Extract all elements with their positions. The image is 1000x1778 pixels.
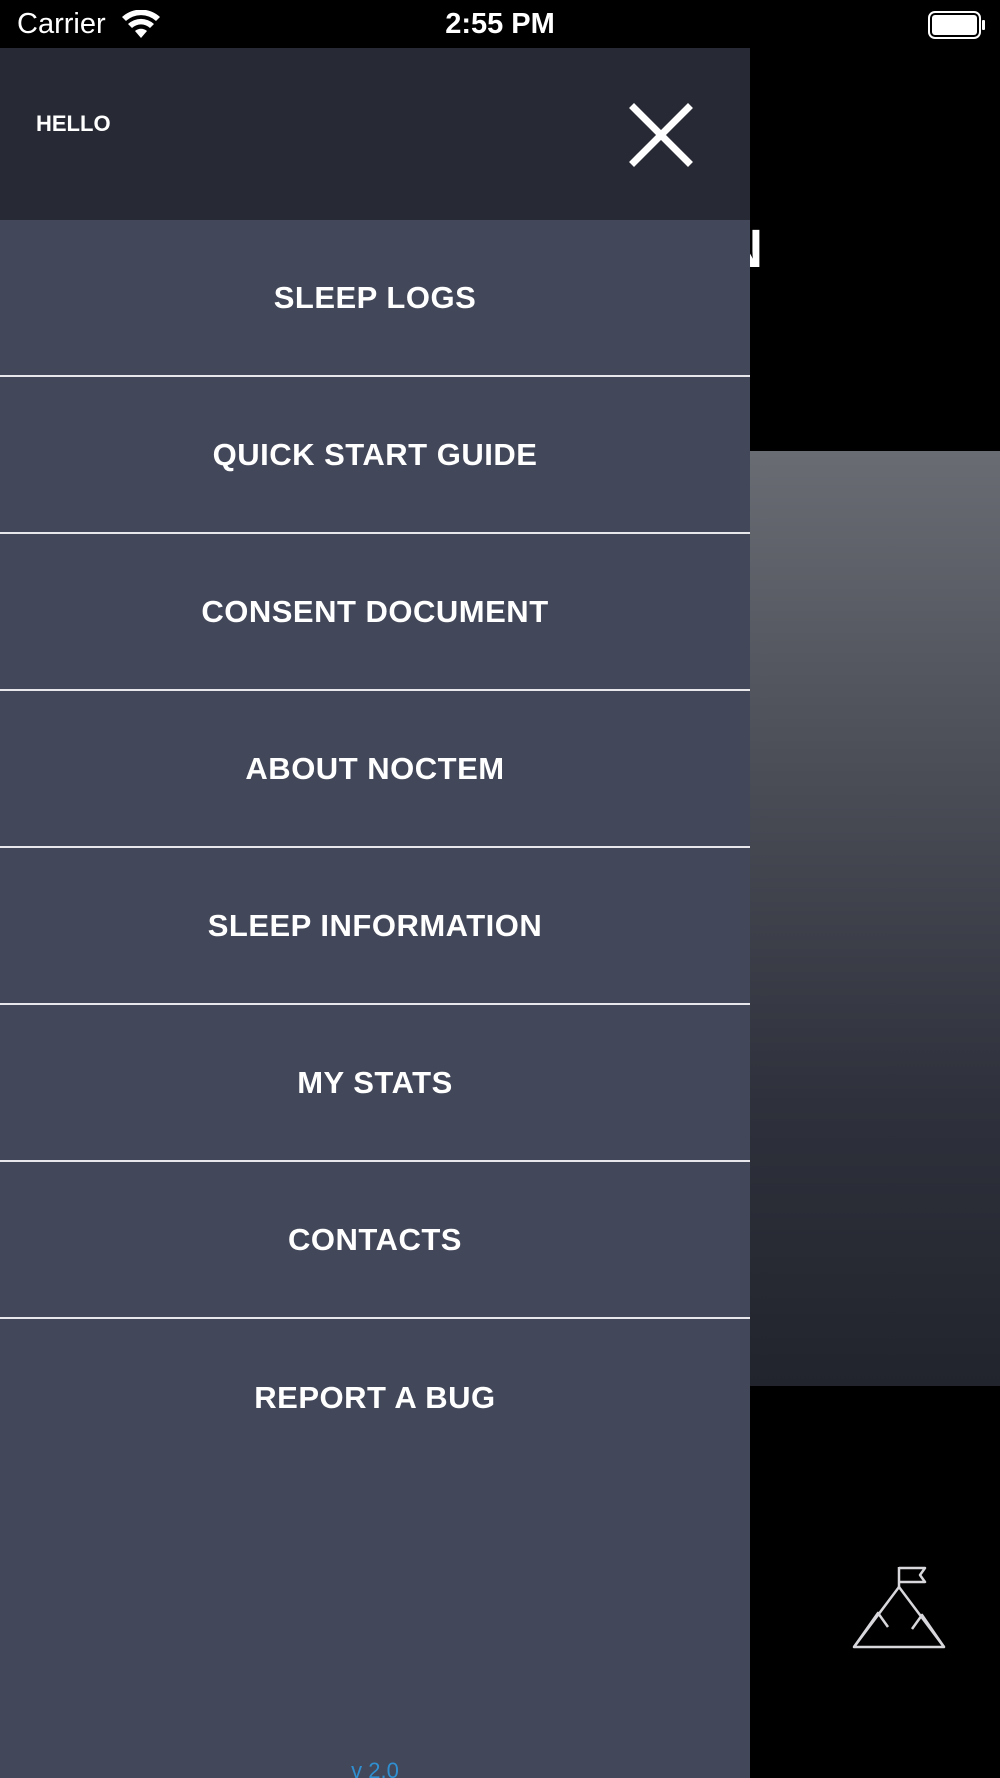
menu-item-quick-start-guide[interactable]: QUICK START GUIDE (0, 377, 750, 534)
status-time: 2:55 PM (445, 8, 555, 40)
mountain-flag-icon[interactable] (852, 1565, 946, 1649)
side-drawer: HELLO SLEEP LOGS QUICK START GUIDE CONSE… (0, 48, 750, 1778)
status-bar: Carrier 2:55 PM (0, 0, 1000, 48)
drawer-menu: SLEEP LOGS QUICK START GUIDE CONSENT DOC… (0, 220, 750, 1476)
menu-item-contacts[interactable]: CONTACTS (0, 1162, 750, 1319)
background-hero-image (750, 451, 1000, 1386)
menu-item-report-a-bug[interactable]: REPORT A BUG (0, 1319, 750, 1476)
menu-item-consent-document[interactable]: CONSENT DOCUMENT (0, 534, 750, 691)
version-label: v 2.0 (351, 1758, 399, 1778)
menu-item-sleep-information[interactable]: SLEEP INFORMATION (0, 848, 750, 1005)
close-icon[interactable] (628, 102, 694, 168)
menu-item-about-noctem[interactable]: ABOUT NOCTEM (0, 691, 750, 848)
menu-item-sleep-logs[interactable]: SLEEP LOGS (0, 220, 750, 377)
menu-item-my-stats[interactable]: MY STATS (0, 1005, 750, 1162)
drawer-header: HELLO (0, 48, 750, 220)
battery-icon (928, 11, 985, 39)
screen: Carrier 2:55 PM T COIN HELLO (0, 0, 1000, 1778)
drawer-greeting: HELLO (36, 111, 111, 136)
